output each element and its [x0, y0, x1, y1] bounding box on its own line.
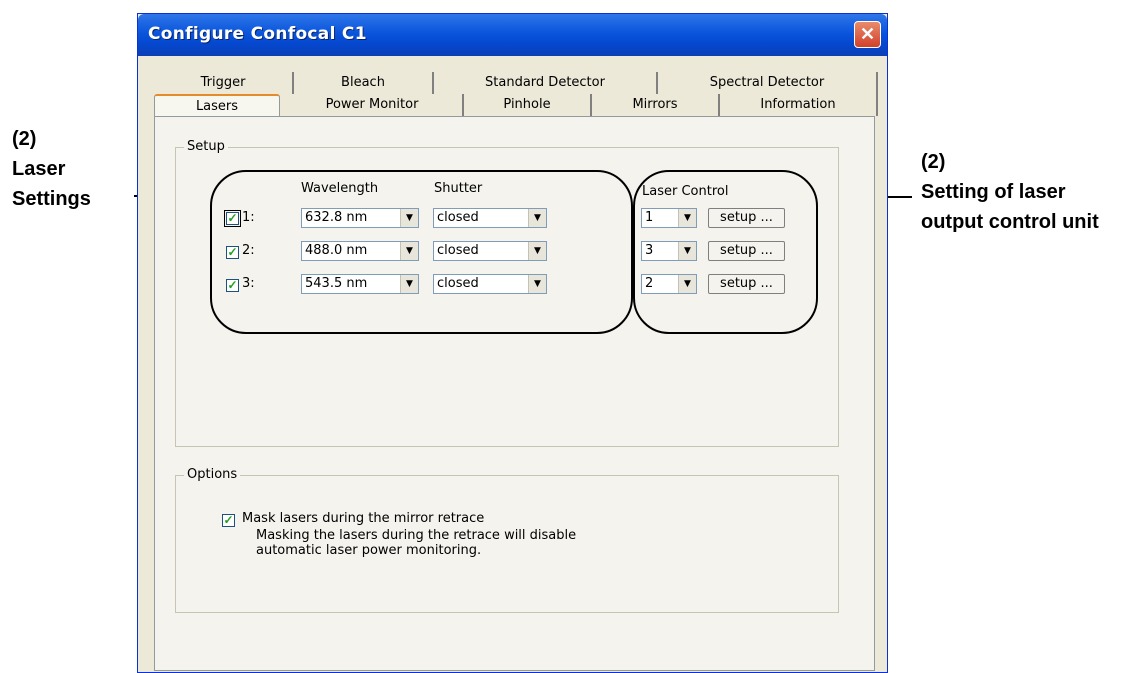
laser-3-index: 3: — [242, 276, 255, 291]
setup-group: Setup Wavelength Shutter Laser Control ✓… — [175, 139, 839, 447]
laser-2-index: 2: — [242, 243, 255, 258]
wavelength-header: Wavelength — [301, 181, 379, 196]
tab-row-1: Trigger Bleach Standard Detector Spectra… — [154, 72, 878, 94]
chevron-down-icon[interactable]: ▼ — [400, 242, 418, 260]
tab-trigger[interactable]: Trigger — [154, 72, 294, 94]
laser-2-control-select[interactable]: 3 ▼ — [641, 241, 697, 261]
laser-2-setup-button[interactable]: setup ... — [708, 241, 785, 261]
laser-1-wavelength-select[interactable]: 632.8 nm ▼ — [301, 208, 419, 228]
chevron-down-icon[interactable]: ▼ — [400, 275, 418, 293]
laser-2-control-value: 3 — [645, 243, 654, 258]
configure-dialog: Configure Confocal C1 ✕ Trigger Bleach S… — [137, 13, 888, 673]
chevron-down-icon[interactable]: ▼ — [678, 242, 696, 260]
laser-settings-annotation: (2) Laser Settings — [12, 124, 91, 214]
laser-3-shutter-select[interactable]: closed ▼ — [433, 274, 547, 294]
tab-bleach[interactable]: Bleach — [294, 72, 434, 94]
tab-information[interactable]: Information — [720, 94, 878, 116]
laser-2-shutter-value: closed — [437, 243, 479, 258]
mask-lasers-checkbox[interactable]: ✓ — [222, 514, 235, 527]
laser-1-index: 1: — [242, 210, 255, 225]
annotation-number: (2) — [12, 128, 37, 150]
title-bar[interactable]: Configure Confocal C1 ✕ — [138, 14, 887, 56]
tab-spectral-detector[interactable]: Spectral Detector — [658, 72, 878, 94]
laser-3-enable-checkbox[interactable]: ✓ — [226, 279, 239, 292]
options-group: Options ✓ Mask lasers during the mirror … — [175, 467, 839, 613]
chevron-down-icon[interactable]: ▼ — [528, 275, 546, 293]
laser-3-shutter-value: closed — [437, 276, 479, 291]
laser-1-control-value: 1 — [645, 210, 654, 225]
tab-row-2: Lasers Power Monitor Pinhole Mirrors Inf… — [154, 94, 878, 118]
laser-3-control-select[interactable]: 2 ▼ — [641, 274, 697, 294]
tab-lasers[interactable]: Lasers — [154, 94, 280, 118]
annotation-line: output control unit — [921, 211, 1099, 233]
laser-3-wavelength-value: 543.5 nm — [305, 276, 368, 291]
chevron-down-icon[interactable]: ▼ — [528, 209, 546, 227]
lasers-tab-page: Setup Wavelength Shutter Laser Control ✓… — [154, 116, 875, 671]
laser-1-wavelength-value: 632.8 nm — [305, 210, 368, 225]
laser-2-shutter-select[interactable]: closed ▼ — [433, 241, 547, 261]
options-group-label: Options — [184, 467, 241, 482]
chevron-down-icon[interactable]: ▼ — [400, 209, 418, 227]
setup-group-label: Setup — [184, 139, 228, 154]
window-title: Configure Confocal C1 — [148, 24, 367, 44]
close-icon[interactable]: ✕ — [854, 21, 881, 48]
annotation-line: Setting of laser — [921, 181, 1066, 203]
mask-note-line-1: Masking the lasers during the retrace wi… — [256, 528, 577, 543]
tab-pinhole[interactable]: Pinhole — [464, 94, 592, 116]
chevron-down-icon[interactable]: ▼ — [678, 275, 696, 293]
laser-1-control-select[interactable]: 1 ▼ — [641, 208, 697, 228]
laser-3-setup-button[interactable]: setup ... — [708, 274, 785, 294]
mask-lasers-label[interactable]: Mask lasers during the mirror retrace — [242, 511, 484, 526]
annotation-line: Settings — [12, 188, 91, 210]
laser-control-header: Laser Control — [642, 184, 729, 199]
mask-note-line-2: automatic laser power monitoring. — [256, 543, 482, 558]
laser-settings-highlight — [210, 170, 633, 334]
chevron-down-icon[interactable]: ▼ — [528, 242, 546, 260]
laser-2-wavelength-select[interactable]: 488.0 nm ▼ — [301, 241, 419, 261]
tab-power-monitor[interactable]: Power Monitor — [282, 94, 464, 116]
tab-standard-detector[interactable]: Standard Detector — [434, 72, 658, 94]
laser-1-shutter-select[interactable]: closed ▼ — [433, 208, 547, 228]
laser-1-shutter-value: closed — [437, 210, 479, 225]
tab-mirrors[interactable]: Mirrors — [592, 94, 720, 116]
laser-control-annotation: (2) Setting of laser output control unit — [921, 147, 1099, 237]
laser-3-control-value: 2 — [645, 276, 654, 291]
laser-3-wavelength-select[interactable]: 543.5 nm ▼ — [301, 274, 419, 294]
chevron-down-icon[interactable]: ▼ — [678, 209, 696, 227]
shutter-header: Shutter — [434, 181, 483, 196]
laser-2-enable-checkbox[interactable]: ✓ — [226, 246, 239, 259]
laser-1-setup-button[interactable]: setup ... — [708, 208, 785, 228]
laser-2-wavelength-value: 488.0 nm — [305, 243, 368, 258]
annotation-number: (2) — [921, 151, 946, 173]
annotation-line: Laser — [12, 158, 66, 180]
laser-1-enable-checkbox[interactable]: ✓ — [224, 210, 241, 227]
